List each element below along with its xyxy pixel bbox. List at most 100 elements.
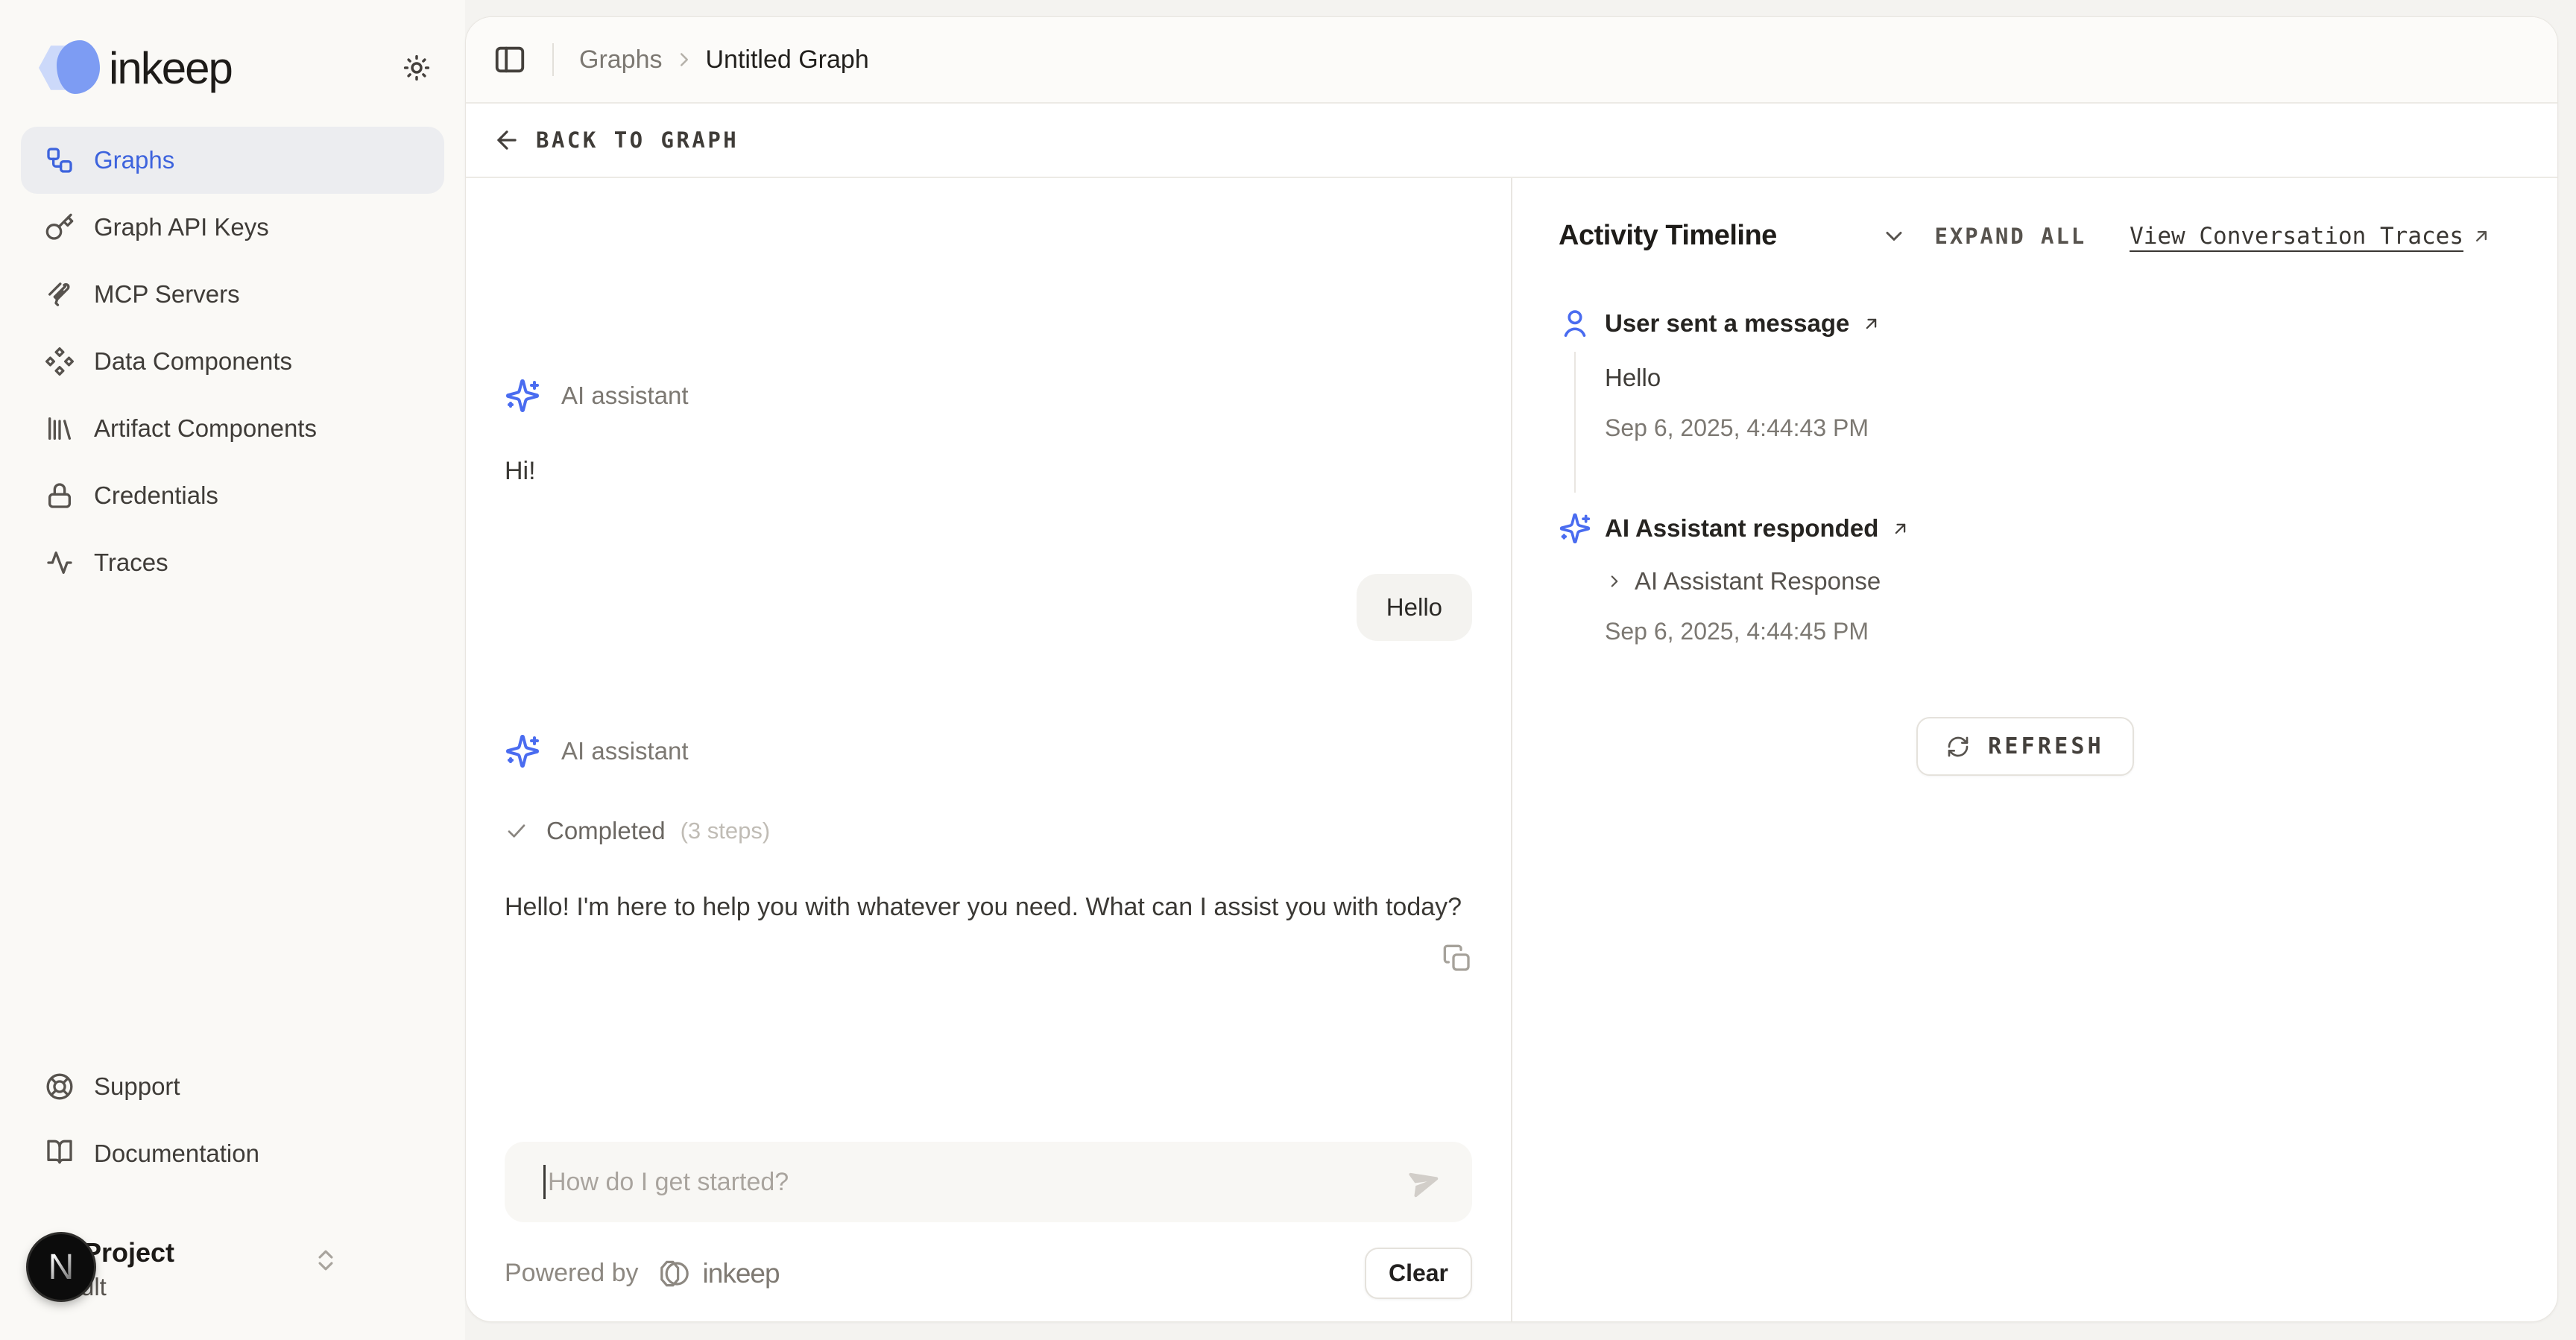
library-icon <box>45 414 75 443</box>
arrow-up-right-icon <box>1890 519 1910 539</box>
sparkles-icon <box>505 733 540 769</box>
sidebar-item-label: Traces <box>94 549 168 577</box>
project-name: Project <box>83 1237 174 1268</box>
copy-icon[interactable] <box>1442 944 1472 973</box>
event-timestamp: Sep 6, 2025, 4:44:43 PM <box>1605 414 2492 442</box>
ai-response-expander[interactable]: AI Assistant Response <box>1605 567 2492 595</box>
refresh-button[interactable]: REFRESH <box>1916 717 2134 776</box>
sparkles-icon <box>1559 512 1591 545</box>
back-to-graph-label: BACK TO GRAPH <box>536 127 739 153</box>
breadcrumb-current-page: Untitled Graph <box>706 45 869 75</box>
app-root: inkeep Graphs Graph API Keys <box>0 0 2576 1340</box>
component-icon <box>45 347 75 376</box>
event-title-link[interactable]: AI Assistant responded <box>1605 512 2492 545</box>
chevron-right-icon <box>1605 572 1624 591</box>
key-icon <box>45 212 75 242</box>
powered-brand[interactable]: inkeep <box>703 1258 780 1289</box>
clear-button[interactable]: Clear <box>1365 1248 1472 1299</box>
nextjs-dev-badge[interactable]: N <box>28 1234 94 1300</box>
sidebar-item-graphs[interactable]: Graphs <box>21 127 444 194</box>
completion-status-row[interactable]: Completed (3 steps) <box>505 817 1472 845</box>
user-message-bubble: Hello <box>1357 574 1472 641</box>
timeline-event-assistant-response: AI Assistant responded AI Assistant Resp… <box>1559 512 2492 645</box>
content-area: AI assistant Hi! Hello AI assistant <box>466 178 2557 1321</box>
arrow-up-right-icon <box>1861 314 1881 334</box>
sidebar-nav: Graphs Graph API Keys MCP Servers Data C… <box>21 127 444 596</box>
powered-by-label: Powered by <box>505 1259 639 1288</box>
user-icon <box>1559 307 1591 340</box>
status-label: Completed <box>546 817 666 845</box>
back-to-graph-button[interactable]: BACK TO GRAPH <box>493 126 739 154</box>
assistant-message-text: Hi! <box>505 457 1472 486</box>
status-steps: (3 steps) <box>681 818 771 844</box>
traces-link-label: View Conversation Traces <box>2130 223 2463 250</box>
inkeep-mark-icon <box>654 1259 692 1289</box>
breadcrumb: Graphs Untitled Graph <box>579 45 869 75</box>
sidebar-item-label: Data Components <box>94 347 292 376</box>
event-title: AI Assistant responded <box>1605 514 1878 543</box>
assistant-message-header: AI assistant <box>505 733 1472 769</box>
sidebar-item-mcp-servers[interactable]: MCP Servers <box>21 261 444 328</box>
sidebar-item-credentials[interactable]: Credentials <box>21 462 444 529</box>
chat-panel: AI assistant Hi! Hello AI assistant <box>466 178 1512 1321</box>
chat-input-container <box>505 1142 1472 1222</box>
chevrons-up-down-icon <box>312 1246 340 1274</box>
divider <box>552 43 554 76</box>
main-card: Graphs Untitled Graph BACK TO GRAPH <box>465 16 2558 1322</box>
chat-footer: Powered by inkeep Clear <box>505 1248 1472 1321</box>
mcp-icon <box>45 279 75 309</box>
refresh-icon <box>1946 735 1970 759</box>
timeline-header: Activity Timeline EXPAND ALL View Conver… <box>1559 220 2492 252</box>
sidebar-item-label: Documentation <box>94 1140 259 1168</box>
check-icon <box>505 819 528 843</box>
timeline-actions: EXPAND ALL View Conversation Traces <box>1881 223 2492 250</box>
user-message-row: Hello <box>505 574 1472 641</box>
life-buoy-icon <box>45 1072 75 1102</box>
arrow-up-right-icon <box>2471 226 2492 247</box>
sidebar-item-label: Graph API Keys <box>94 213 269 241</box>
chevron-right-icon <box>673 48 695 71</box>
message-actions <box>505 944 1472 973</box>
sidebar-item-data-components[interactable]: Data Components <box>21 328 444 395</box>
sparkles-icon <box>505 378 540 414</box>
panel-left-icon[interactable] <box>493 42 527 77</box>
send-icon[interactable] <box>1404 1161 1446 1203</box>
activity-icon <box>45 548 75 578</box>
activity-timeline-panel: Activity Timeline EXPAND ALL View Conver… <box>1512 178 2557 1321</box>
assistant-message-header: AI assistant <box>505 378 1472 414</box>
sidebar-item-traces[interactable]: Traces <box>21 529 444 596</box>
logo-blob <box>57 40 100 94</box>
sidebar-item-label: Graphs <box>94 146 174 174</box>
breadcrumb-graphs-link[interactable]: Graphs <box>579 45 663 75</box>
arrow-left-icon <box>493 126 521 154</box>
expander-label: AI Assistant Response <box>1635 567 1881 595</box>
refresh-label: REFRESH <box>1988 733 2104 759</box>
lock-icon <box>45 481 75 511</box>
back-bar: BACK TO GRAPH <box>466 104 2557 178</box>
spacer <box>505 973 1472 1142</box>
avatar-letter: N <box>48 1247 75 1288</box>
sidebar-item-graph-api-keys[interactable]: Graph API Keys <box>21 194 444 261</box>
refresh-row: REFRESH <box>1559 717 2492 776</box>
sidebar-item-artifact-components[interactable]: Artifact Components <box>21 395 444 462</box>
sidebar-footer-nav: Support Documentation <box>21 1053 444 1187</box>
inkeep-logo-icon <box>39 39 103 97</box>
event-title-link[interactable]: User sent a message <box>1605 307 2492 340</box>
breadcrumb-bar: Graphs Untitled Graph <box>466 17 2557 104</box>
assistant-message-text: Hello! I'm here to help you with whateve… <box>505 887 1472 927</box>
expand-all-button[interactable]: EXPAND ALL <box>1934 224 2086 249</box>
chat-input[interactable] <box>548 1168 1408 1197</box>
sidebar: inkeep Graphs Graph API Keys <box>0 0 465 1340</box>
text-caret <box>543 1165 546 1199</box>
event-timestamp: Sep 6, 2025, 4:44:45 PM <box>1605 618 2492 645</box>
inkeep-wordmark: inkeep <box>109 42 232 94</box>
sidebar-item-documentation[interactable]: Documentation <box>21 1120 444 1187</box>
sidebar-item-support[interactable]: Support <box>21 1053 444 1120</box>
project-selector[interactable]: N Project ult <box>0 1228 465 1340</box>
theme-toggle-sun-icon[interactable] <box>401 52 432 83</box>
timeline-events: User sent a message Hello Sep 6, 2025, 4… <box>1559 307 2492 645</box>
timeline-event-user-message: User sent a message Hello Sep 6, 2025, 4… <box>1559 307 2492 442</box>
sidebar-header: inkeep <box>0 0 465 97</box>
view-conversation-traces-link[interactable]: View Conversation Traces <box>2130 223 2492 250</box>
chevron-down-icon[interactable] <box>1881 223 1907 250</box>
